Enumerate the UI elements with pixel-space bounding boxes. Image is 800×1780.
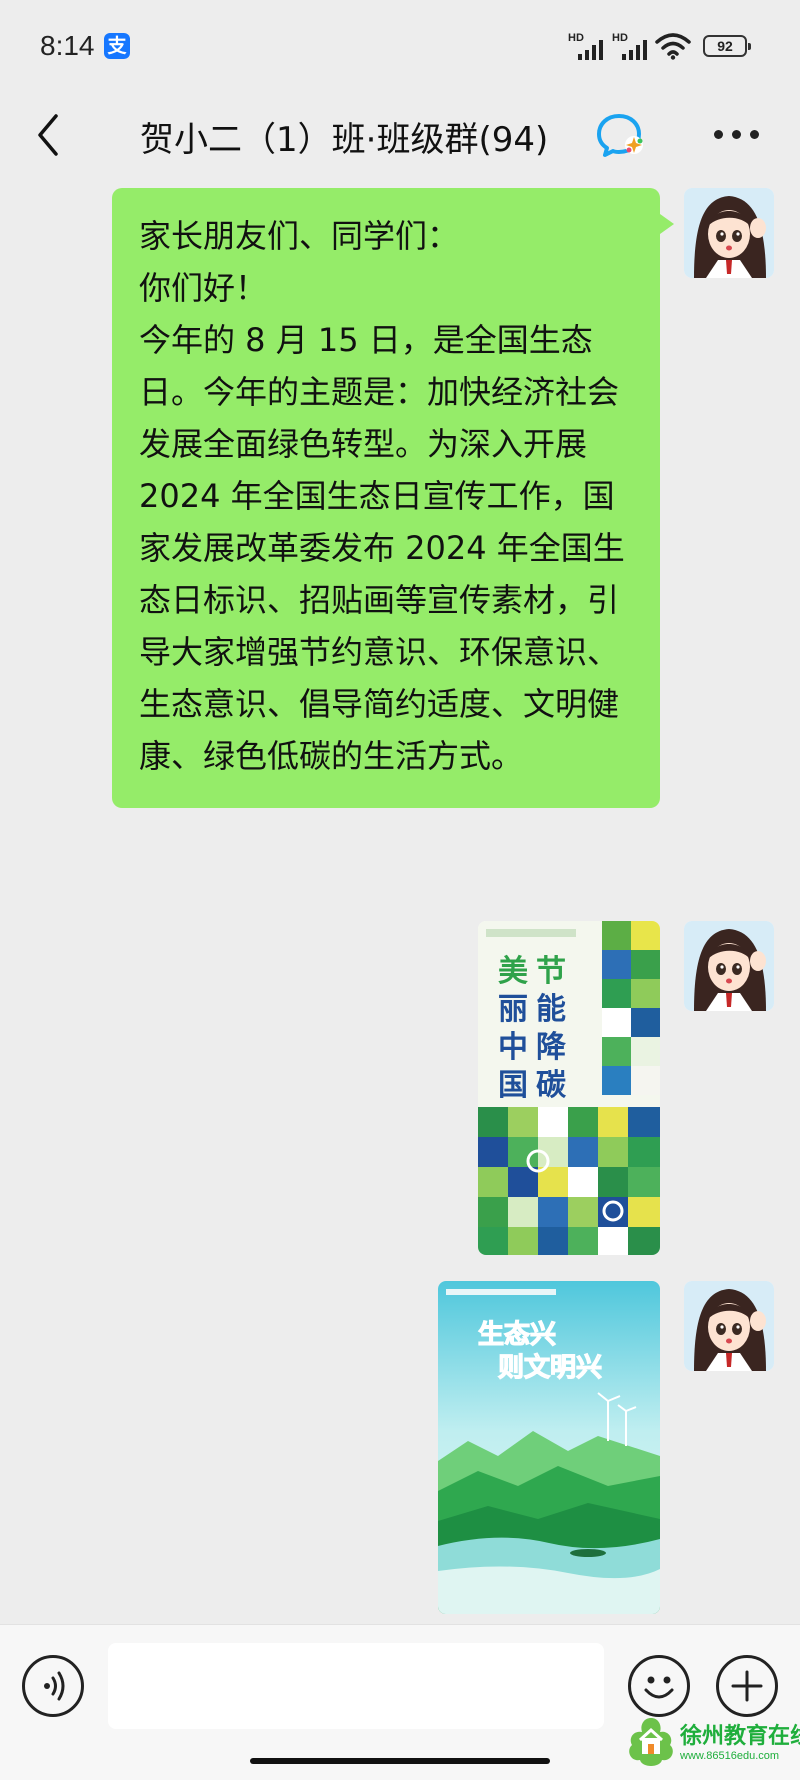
svg-text:则文明兴: 则文明兴: [498, 1352, 602, 1383]
back-arrow-icon[interactable]: [30, 110, 70, 160]
svg-text:国: 国: [498, 1068, 528, 1103]
message-line: 家长朋友们、同学们：: [139, 217, 460, 255]
poster-landscape-image: 生态兴 则文明兴: [438, 1281, 660, 1614]
more-actions-button[interactable]: [716, 1655, 778, 1717]
user-avatar[interactable]: [684, 1281, 774, 1371]
battery-icon: 92: [703, 35, 751, 57]
watermark-title: 徐州教育在线: [680, 1723, 800, 1749]
home-indicator: [250, 1758, 550, 1764]
watermark: 徐州教育在线 www.86516edu.com: [624, 1712, 800, 1772]
image-message-poster-energy[interactable]: 美节 丽能 中降 国碳: [478, 921, 660, 1255]
svg-text:丽: 丽: [498, 992, 528, 1027]
status-time: 8:14: [40, 30, 95, 61]
status-bar: 8:14 支 HD HD 92: [0, 0, 800, 88]
wifi-icon: [655, 33, 691, 60]
watermark-url: www.86516edu.com: [680, 1750, 780, 1762]
plus-icon: [731, 1670, 763, 1702]
message-line: 今年的 8 月 15 日，是全国生态日。今年的主题是：加快经济社会发展全面绿色转…: [139, 321, 625, 775]
voice-input-button[interactable]: [22, 1655, 84, 1717]
message-bubble[interactable]: 家长朋友们、同学们： 你们好！ 今年的 8 月 15 日，是全国生态日。今年的主…: [112, 188, 674, 808]
svg-text:美: 美: [498, 954, 528, 989]
svg-text:碳: 碳: [536, 1068, 567, 1103]
more-options-icon[interactable]: [714, 128, 760, 142]
group-chat-icon[interactable]: [596, 110, 646, 160]
svg-text:降: 降: [536, 1030, 567, 1065]
chat-title[interactable]: 贺小二（1）班·班级群(94): [140, 112, 548, 161]
svg-text:生态兴: 生态兴: [478, 1319, 556, 1350]
emoji-button[interactable]: [628, 1655, 690, 1717]
message-line: 你们好！: [139, 269, 268, 307]
chat-header: 贺小二（1）班·班级群(94): [0, 88, 800, 184]
voice-icon: [44, 1671, 65, 1701]
svg-text:节: 节: [536, 954, 566, 989]
message-input[interactable]: [108, 1643, 604, 1729]
poster-energy-image: 美节 丽能 中降 国碳: [478, 921, 660, 1255]
image-message-poster-landscape[interactable]: 生态兴 则文明兴: [438, 1281, 660, 1614]
svg-text:能: 能: [536, 992, 566, 1027]
user-avatar[interactable]: [684, 188, 774, 278]
user-avatar[interactable]: [684, 921, 774, 1011]
alipay-icon: 支: [104, 33, 130, 59]
svg-text:中: 中: [498, 1030, 528, 1065]
watermark-logo-icon: [629, 1718, 673, 1766]
emoji-icon: [644, 1676, 674, 1699]
